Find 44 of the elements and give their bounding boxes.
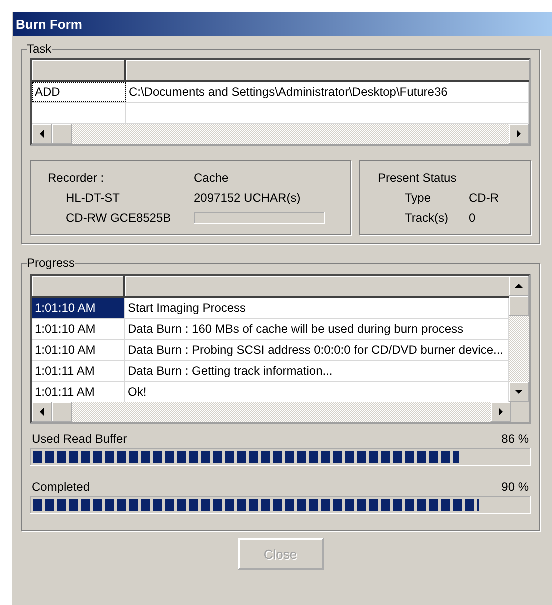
scroll-left-icon (39, 408, 45, 416)
column-header[interactable] (32, 60, 126, 80)
status-field-name: Type (405, 191, 432, 205)
status-field-value: 0 (469, 211, 476, 225)
log-time[interactable]: 1:01:11 AM (32, 361, 125, 381)
scrollbar-corner (511, 402, 529, 422)
scroll-left-button[interactable] (32, 124, 52, 144)
column-header[interactable] (32, 276, 125, 296)
status-heading: Present Status (378, 171, 458, 185)
log-time[interactable]: 1:01:10 AM (32, 319, 125, 339)
status-field-name: Track(s) (405, 211, 450, 225)
scroll-right-icon (498, 408, 504, 416)
meter-reading: 90 % (502, 480, 529, 494)
scroll-right-button[interactable] (491, 402, 511, 422)
meter-reading: 86 % (502, 432, 529, 446)
recorder-vendor: HL-DT-ST (65, 191, 121, 205)
table-cell[interactable]: C:\Documents and Settings\Administrator\Desktop\Future36 (126, 82, 529, 102)
group-label: Task (27, 42, 52, 56)
status-field-value: CD-R (469, 191, 499, 205)
scroll-up-button[interactable] (509, 276, 529, 296)
meter-label: Used Read Buffer (32, 432, 128, 446)
scroll-left-button[interactable] (32, 402, 52, 422)
scroll-up-icon (515, 283, 523, 289)
scroll-down-icon (515, 389, 523, 395)
vertical-scrollbar[interactable] (509, 276, 529, 402)
window-title: Burn Form (16, 16, 82, 32)
log-time[interactable]: 1:01:10 AM (32, 340, 125, 360)
scroll-thumb[interactable] (52, 124, 72, 144)
recorder-model: CD-RW GCE8525B (65, 211, 172, 225)
scroll-thumb[interactable] (509, 296, 529, 316)
scroll-left-icon (39, 130, 45, 138)
cache-label: Cache (194, 171, 230, 185)
log-time[interactable]: 1:01:10 AM (32, 298, 125, 318)
scroll-right-button[interactable] (509, 124, 529, 144)
cache-value: 2097152 UCHAR(s) (194, 191, 302, 205)
scroll-right-icon (516, 130, 522, 138)
group-label: Progress (27, 256, 76, 270)
scroll-thumb[interactable] (52, 402, 72, 422)
scroll-down-button[interactable] (509, 382, 529, 402)
horizontal-scrollbar[interactable] (32, 402, 529, 422)
horizontal-scrollbar[interactable] (32, 124, 529, 144)
table-cell[interactable]: ADD (32, 82, 126, 102)
recorder-label: Recorder : (48, 171, 106, 185)
meter-label: Completed (32, 480, 90, 494)
